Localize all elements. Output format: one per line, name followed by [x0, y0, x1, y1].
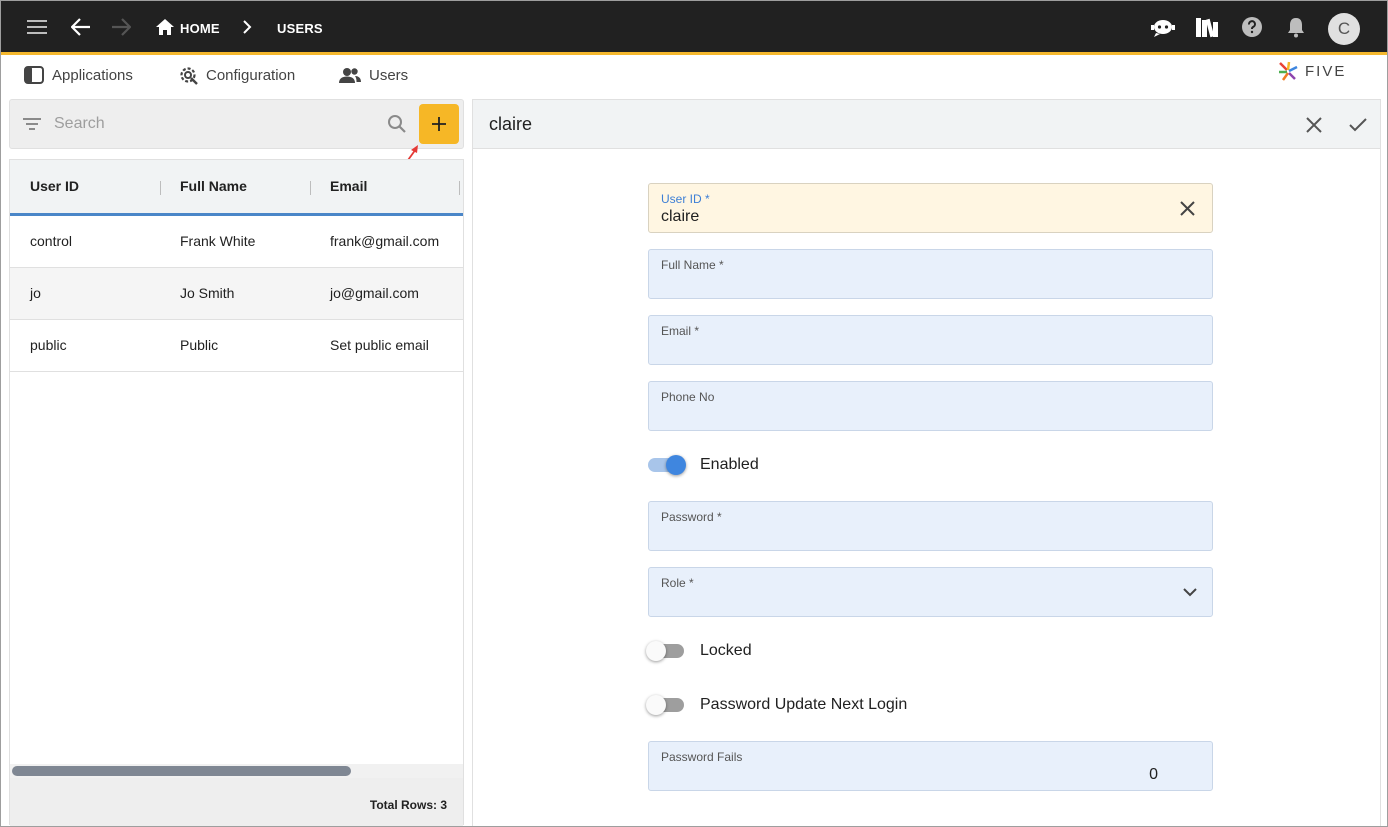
cell-user-id: control	[30, 233, 73, 249]
cell-user-id: jo	[30, 285, 41, 301]
locked-toggle[interactable]	[646, 641, 684, 661]
gear-wrench-icon	[180, 67, 198, 85]
breadcrumb-users[interactable]: USERS	[277, 21, 323, 36]
phone-label: Phone No	[661, 390, 715, 404]
menu-item-applications-label: Applications	[52, 66, 133, 84]
column-header-full-name[interactable]: Full Name	[180, 178, 247, 194]
locked-toggle-row: Locked	[646, 639, 752, 663]
column-header-user-id[interactable]: User ID	[30, 178, 79, 194]
full-name-field[interactable]: Full Name *	[648, 249, 1213, 299]
password-update-toggle-row: Password Update Next Login	[646, 693, 908, 717]
app-window: HOME USERS C Applications Configuration	[0, 0, 1388, 827]
cell-full-name: Frank White	[180, 233, 256, 249]
table-footer: Total Rows: 3	[10, 778, 463, 826]
cell-user-id: public	[30, 337, 67, 353]
menu-item-configuration-label: Configuration	[206, 66, 296, 84]
clear-icon[interactable]	[1176, 197, 1198, 219]
breadcrumb-home[interactable]: HOME	[180, 21, 220, 36]
module-menu: Applications Configuration Users	[1, 55, 1387, 95]
toggle-knob	[646, 641, 666, 661]
cell-email: frank@gmail.com	[330, 233, 440, 249]
role-select[interactable]: Role *	[648, 567, 1213, 617]
toggle-knob	[666, 455, 686, 475]
detail-title: claire	[489, 114, 533, 134]
table-header: User ID Full Name Email	[10, 160, 463, 216]
detail-header: claire	[473, 100, 1380, 149]
user-id-label: User ID *	[661, 192, 710, 206]
five-logo: FIVE	[1277, 60, 1346, 82]
close-icon[interactable]	[1301, 112, 1327, 138]
role-label: Role *	[661, 576, 694, 590]
email-label: Email *	[661, 324, 700, 338]
total-rows: Total Rows: 3	[369, 798, 447, 812]
five-logo-text: FIVE	[1305, 62, 1347, 80]
menu-item-users-label: Users	[369, 66, 409, 84]
table-row[interactable]: control Frank White frank@gmail.com	[10, 216, 463, 268]
password-fails-label: Password Fails	[661, 750, 743, 764]
user-id-field[interactable]: User ID * claire	[648, 183, 1213, 233]
add-button[interactable]	[419, 104, 459, 144]
search-input[interactable]	[54, 112, 374, 136]
menu-icon[interactable]	[24, 14, 50, 40]
home-icon[interactable]	[152, 14, 178, 40]
forward-arrow-icon[interactable]	[108, 14, 134, 40]
cell-full-name: Jo Smith	[180, 285, 235, 301]
menu-item-applications[interactable]: Applications	[24, 63, 133, 87]
password-field[interactable]: Password *	[648, 501, 1213, 551]
user-detail-panel: claire User ID * claire Full Name * Emai…	[472, 99, 1381, 826]
five-logo-icon	[1279, 61, 1298, 81]
cell-full-name: Public	[180, 337, 219, 353]
chevron-right-icon	[234, 14, 260, 40]
column-header-email[interactable]: Email	[330, 178, 367, 194]
chevron-down-icon[interactable]	[1180, 582, 1200, 602]
password-update-label: Password Update Next Login	[700, 696, 908, 713]
column-divider[interactable]	[459, 181, 460, 195]
enabled-toggle-row: Enabled	[648, 453, 759, 477]
search-bar	[9, 99, 464, 149]
menu-item-users[interactable]: Users	[339, 63, 408, 87]
bell-icon[interactable]	[1283, 14, 1309, 40]
users-icon	[339, 68, 361, 83]
password-update-toggle[interactable]	[646, 695, 684, 715]
password-label: Password *	[661, 510, 722, 524]
filter-icon[interactable]	[23, 117, 41, 131]
avatar[interactable]: C	[1328, 13, 1360, 45]
scrollbar-thumb[interactable]	[12, 766, 351, 776]
applications-icon	[24, 66, 44, 84]
cell-email: Set public email	[330, 337, 429, 353]
table-row[interactable]: public Public Set public email	[10, 320, 463, 372]
menu-item-configuration[interactable]: Configuration	[178, 63, 295, 87]
plus-icon	[432, 117, 446, 131]
check-icon[interactable]	[1345, 112, 1371, 138]
cell-email: jo@gmail.com	[330, 285, 419, 301]
back-arrow-icon[interactable]	[68, 14, 94, 40]
enabled-label: Enabled	[700, 456, 759, 473]
password-fails-field[interactable]: Password Fails 0	[648, 741, 1213, 791]
phone-field[interactable]: Phone No	[648, 381, 1213, 431]
chat-bot-icon[interactable]	[1150, 14, 1176, 40]
library-icon[interactable]	[1194, 14, 1220, 40]
help-icon[interactable]	[1239, 14, 1265, 40]
horizontal-scrollbar[interactable]	[10, 764, 463, 778]
password-fails-value[interactable]: 0	[1149, 766, 1158, 784]
full-name-label: Full Name *	[661, 258, 724, 272]
users-table: User ID Full Name Email control Frank Wh…	[9, 159, 464, 826]
enabled-toggle[interactable]	[648, 455, 686, 475]
email-field[interactable]: Email *	[648, 315, 1213, 365]
table-row[interactable]: jo Jo Smith jo@gmail.com	[10, 268, 463, 320]
column-divider[interactable]	[160, 181, 161, 195]
search-icon[interactable]	[387, 114, 407, 134]
toggle-knob	[646, 695, 666, 715]
locked-label: Locked	[700, 642, 752, 659]
top-bar: HOME USERS C	[1, 1, 1387, 55]
column-divider[interactable]	[310, 181, 311, 195]
user-id-value[interactable]: claire	[661, 208, 699, 226]
